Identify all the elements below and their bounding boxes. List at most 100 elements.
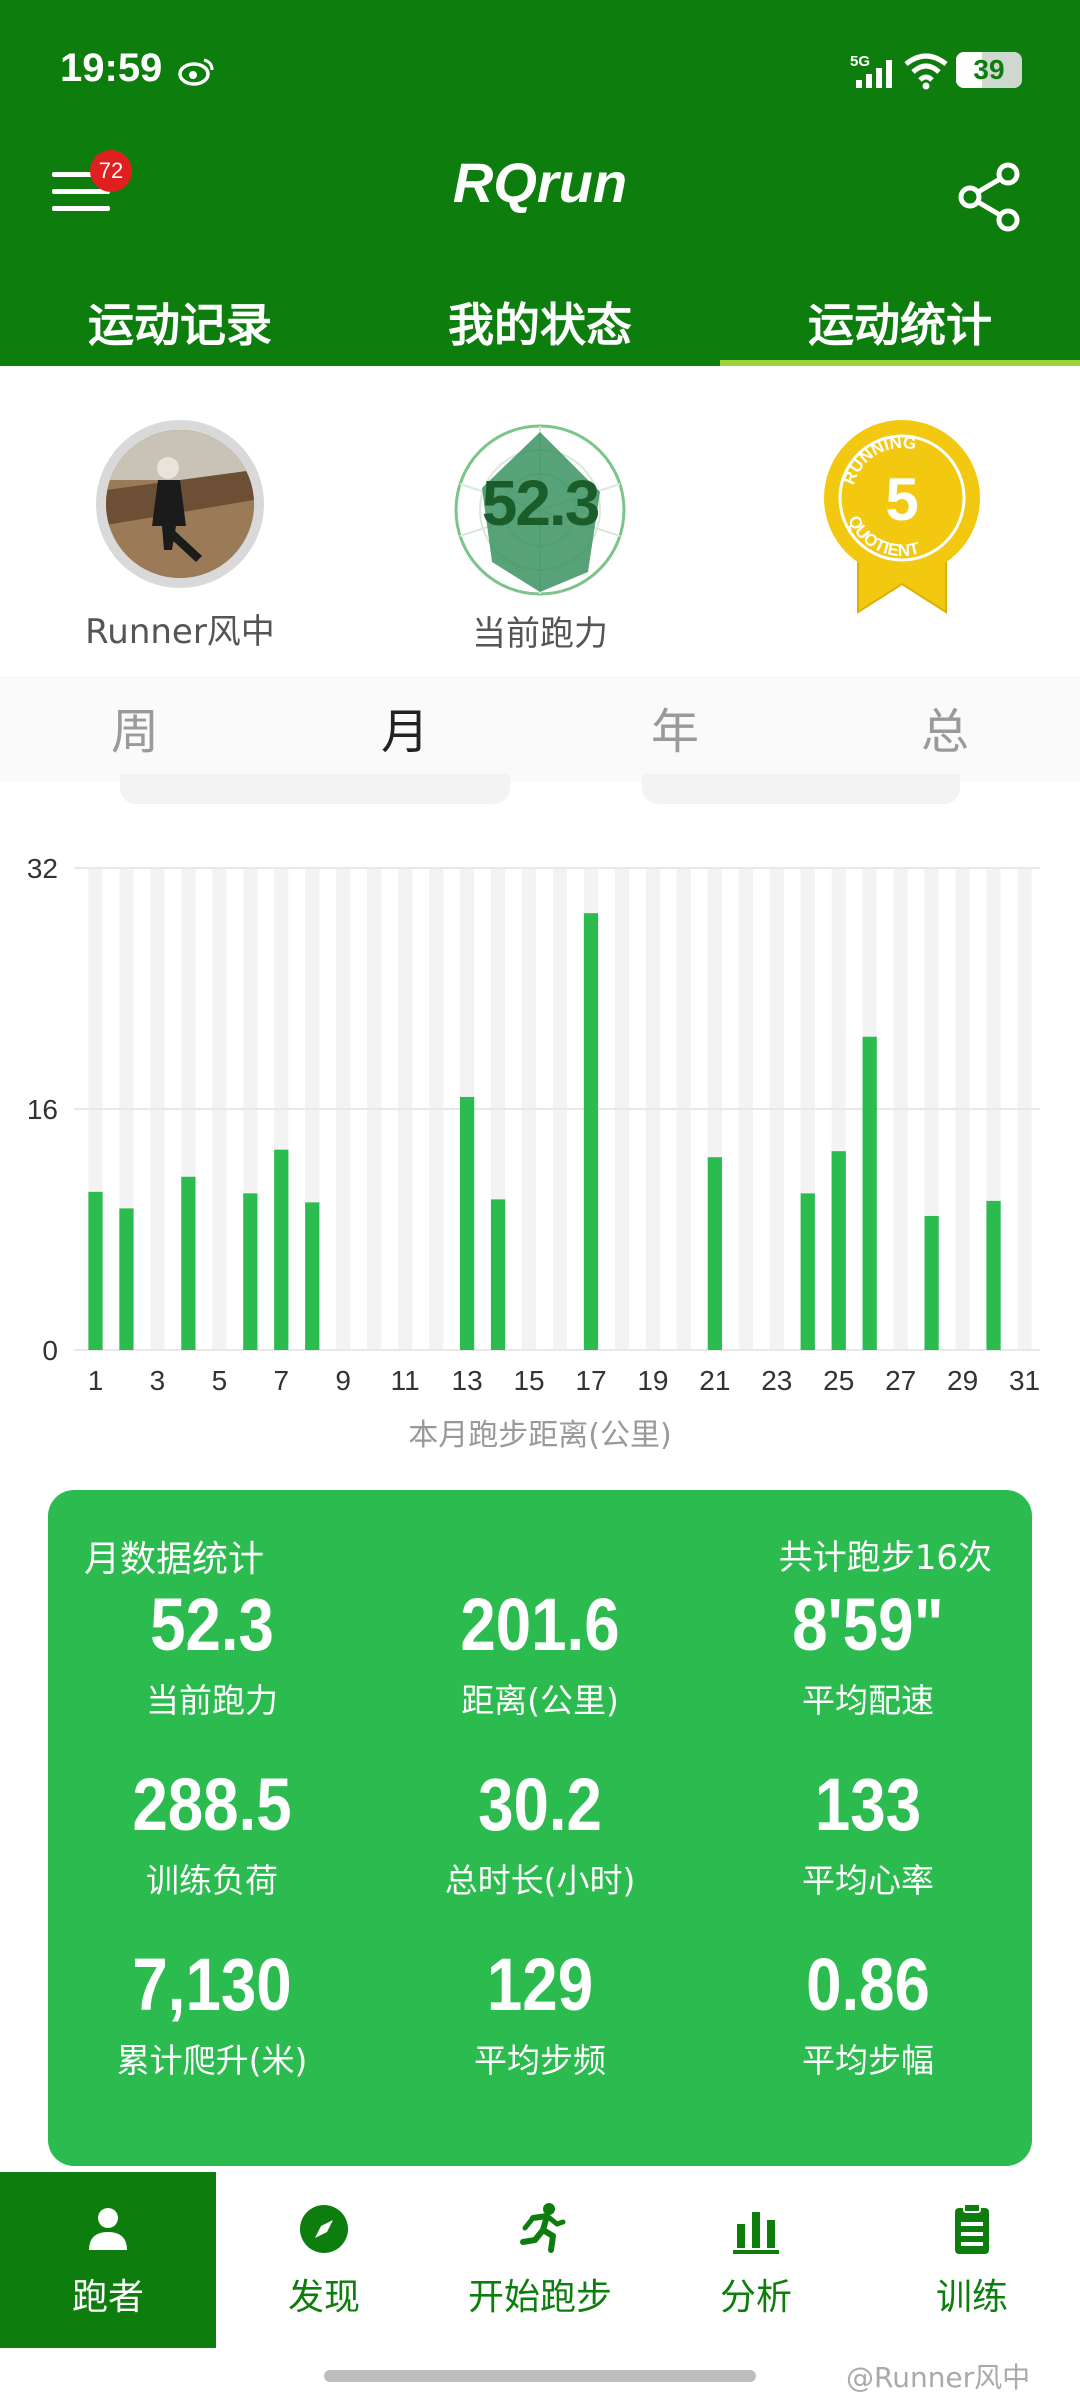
chart-bar <box>459 1096 475 1350</box>
status-time: 19:59 <box>60 46 163 90</box>
x-tick-label: 3 <box>150 1365 166 1396</box>
clipboard-icon <box>955 2203 989 2254</box>
stat-avg-cadence: 129 平均步频 <box>376 1940 704 2082</box>
chart-bar <box>274 1149 289 1350</box>
x-tick-label: 23 <box>761 1365 792 1396</box>
stat-value: 201.6 <box>460 1583 620 1666</box>
tab-week[interactable]: 周 <box>0 676 270 782</box>
y-tick-label: 16 <box>27 1094 58 1125</box>
tab-exercise-records[interactable]: 运动记录 <box>0 290 360 366</box>
avatar-photo <box>106 430 254 578</box>
nav-start-run[interactable]: 开始跑步 <box>432 2172 648 2348</box>
tab-my-status[interactable]: 我的状态 <box>360 290 720 366</box>
app-header: 19:59 5G 39 72 RQrun 运动记录 我的状态 运动统计 <box>0 0 1080 366</box>
stat-avg-stride: 0.86 平均步幅 <box>704 1940 1032 2082</box>
stat-label: 平均步幅 <box>802 2041 934 2080</box>
chart-x-axis-label: 本月跑步距离(公里) <box>408 1418 672 1453</box>
app-title: RQrun <box>452 151 628 214</box>
stat-avg-pace: 8'59" 平均配速 <box>704 1580 1032 1722</box>
stat-value: 8'59" <box>792 1583 944 1666</box>
tab-total[interactable]: 总 <box>810 676 1080 782</box>
cellular-signal-icon: 5G <box>850 53 892 88</box>
runner-name: Runner风中 <box>85 612 275 652</box>
stat-label: 累计爬升(米) <box>116 2041 308 2080</box>
y-tick-label: 32 <box>27 853 58 884</box>
nav-label: 跑者 <box>71 2277 144 2318</box>
medal-number: 5 <box>885 466 918 533</box>
battery-level-text: 39 <box>973 54 1005 85</box>
run-count: 共计跑步16次 <box>778 1538 992 1578</box>
stat-label: 平均配速 <box>802 1681 934 1720</box>
stat-label: 距离(公里) <box>461 1681 619 1720</box>
stat-label: 总时长(小时) <box>444 1861 636 1900</box>
stat-total-duration: 30.2 总时长(小时) <box>376 1760 704 1902</box>
x-tick-label: 15 <box>513 1365 544 1396</box>
avatar[interactable] <box>96 420 264 588</box>
nav-discover[interactable]: 发现 <box>216 2172 432 2348</box>
nav-runner[interactable]: 跑者 <box>0 2172 216 2348</box>
profile-summary: Runner风中 52.3 当前跑力 RUNNING QUOTIENT 5 <box>0 366 1080 676</box>
x-tick-label: 27 <box>885 1365 916 1396</box>
tab-year[interactable]: 年 <box>540 676 810 782</box>
stat-label: 训练负荷 <box>146 1861 278 1900</box>
x-tick-label: 29 <box>947 1365 978 1396</box>
top-tab-bar: 运动记录 我的状态 运动统计 <box>0 290 1080 366</box>
person-icon <box>89 2208 127 2250</box>
nav-label: 分析 <box>719 2277 792 2318</box>
x-tick-label: 7 <box>274 1365 290 1396</box>
weibo-icon <box>178 58 214 86</box>
x-tick-label: 19 <box>637 1365 668 1396</box>
nav-label: 训练 <box>935 2277 1008 2318</box>
x-tick-label: 1 <box>88 1365 104 1396</box>
wifi-icon <box>904 53 948 90</box>
nav-training[interactable]: 训练 <box>864 2172 1080 2348</box>
monthly-distance-chart: 016321 3 5 7 9 11 13 15 17 19 21 23 25 27 29 31 <box>27 853 1040 1396</box>
status-bar: 19:59 5G 39 <box>0 0 1080 140</box>
stat-running-power: 52.3 当前跑力 <box>48 1580 376 1722</box>
chart-bar <box>800 1193 815 1350</box>
stat-value: 133 <box>814 1763 922 1846</box>
running-power-value: 52.3 <box>481 467 601 539</box>
stats-title: 月数据统计 <box>84 1539 265 1580</box>
chart-bar <box>862 1036 877 1350</box>
stat-value: 0.86 <box>806 1943 930 2026</box>
stat-distance: 201.6 距离(公里) <box>376 1580 704 1722</box>
y-tick-label: 0 <box>42 1335 58 1366</box>
stat-value: 30.2 <box>478 1763 602 1846</box>
nav-analysis[interactable]: 分析 <box>648 2172 864 2348</box>
tab-exercise-stats[interactable]: 运动统计 <box>720 290 1080 366</box>
compass-icon <box>300 2205 348 2253</box>
x-tick-label: 17 <box>575 1365 606 1396</box>
home-indicator[interactable] <box>324 2370 756 2382</box>
bar-chart-icon <box>733 2212 779 2254</box>
running-quotient-medal-icon[interactable]: RUNNING QUOTIENT 5 <box>818 416 986 616</box>
watermark: @Runner风中 <box>846 2361 1031 2394</box>
chart-bar <box>924 1215 939 1350</box>
chart-bar <box>831 1151 846 1350</box>
runner-icon <box>520 2203 566 2253</box>
chart-bar <box>490 1199 506 1350</box>
stat-avg-heart-rate: 133 平均心率 <box>704 1760 1032 1902</box>
stat-value: 288.5 <box>132 1763 292 1846</box>
chart-bar <box>707 1157 722 1350</box>
chart-bar <box>583 913 599 1350</box>
tab-month[interactable]: 月 <box>270 676 540 782</box>
x-tick-label: 13 <box>452 1365 483 1396</box>
sub-filter-pill[interactable] <box>120 774 510 804</box>
stat-training-load: 288.5 训练负荷 <box>48 1760 376 1902</box>
monthly-stats-card: 月数据统计 共计跑步16次 52.3 当前跑力 201.6 距离(公里) 8'5… <box>48 1490 1032 2166</box>
chart-bar <box>88 1191 103 1350</box>
share-icon[interactable] <box>958 162 1022 232</box>
stat-value: 129 <box>486 1943 594 2026</box>
running-power-label: 当前跑力 <box>472 614 608 654</box>
x-tick-label: 5 <box>212 1365 228 1396</box>
sub-filter-pill[interactable] <box>642 774 960 804</box>
battery-indicator: 39 <box>956 52 1022 88</box>
chart-bar <box>243 1193 258 1350</box>
x-tick-label: 31 <box>1009 1365 1040 1396</box>
period-tab-bar: 周 月 年 总 <box>0 676 1080 782</box>
x-tick-label: 11 <box>391 1365 420 1396</box>
chart-bar <box>305 1202 320 1350</box>
stat-label: 平均步频 <box>474 2041 606 2080</box>
x-tick-label: 9 <box>335 1365 351 1396</box>
